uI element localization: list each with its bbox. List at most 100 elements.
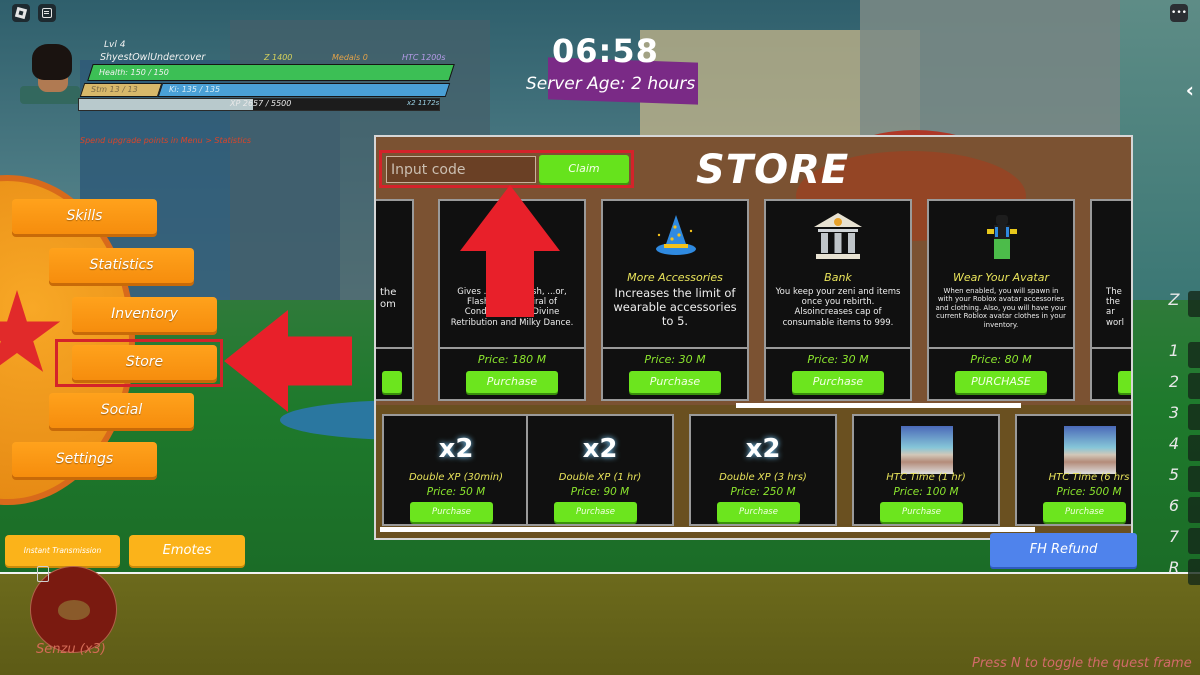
item-title: HTC Time (1 hr) [886, 472, 966, 483]
more-options-icon[interactable]: ••• [1170, 4, 1188, 22]
hotbar-slot[interactable] [1188, 404, 1200, 430]
zeni-count: Z 1400 [264, 53, 293, 62]
hotbar-slot[interactable] [1188, 373, 1200, 399]
item-title: Double XP (1 hr) [558, 472, 642, 483]
purchase-button[interactable] [382, 371, 402, 393]
upgrade-hint: Spend upgrade points in Menu > Statistic… [80, 136, 252, 145]
double-xp-badge: x2 [582, 434, 618, 464]
htc-thumbnail [1064, 426, 1116, 474]
boost-card: HTC Time (6 hrs Price: 500 M Purchase [1015, 414, 1131, 526]
store-item-card: Wear Your Avatar When enabled, you will … [927, 199, 1075, 401]
bank-icon [814, 213, 862, 259]
store-panel: Claim STORE theom ...s Gives ... Beast R… [374, 135, 1133, 540]
purchase-button[interactable]: PURCHASE [955, 371, 1047, 393]
skills-button[interactable]: Skills [12, 199, 157, 234]
ki-text: Ki: 135 / 135 [169, 85, 221, 94]
purchase-button[interactable]: Purchase [629, 371, 721, 393]
statistics-button[interactable]: Statistics [49, 248, 194, 283]
hotbar-key-2[interactable]: 2 [1164, 372, 1184, 391]
wizard-hat-icon [656, 215, 696, 255]
horizontal-scrollbar[interactable] [736, 403, 1021, 408]
xp-text: XP 2657 / 5500 [230, 99, 292, 108]
hotbar-slot[interactable] [1188, 466, 1200, 492]
hotbar-slot[interactable] [1188, 291, 1200, 317]
hotbar-key-r[interactable]: R [1164, 558, 1184, 577]
htc-thumbnail [901, 426, 953, 474]
code-redeem-highlight: Claim [379, 150, 634, 188]
item-description: When enabled, you will spawn in with you… [935, 287, 1067, 329]
player-name: ShyestOwlUndercover [100, 52, 206, 63]
emotes-button[interactable]: Emotes [129, 535, 245, 566]
health-text: Health: 150 / 150 [99, 68, 169, 77]
inventory-button[interactable]: Inventory [72, 297, 217, 332]
item-title: Double XP (30min) [408, 472, 504, 483]
chevron-left-icon[interactable]: ‹ [1186, 78, 1194, 102]
store-item-card: The the ar worl [1090, 199, 1131, 401]
stamina-text: Stm 13 / 13 [91, 85, 138, 94]
purchase-button[interactable]: Purchase [554, 502, 637, 522]
hotbar-key-1[interactable]: 1 [1164, 341, 1184, 360]
item-title: Wear Your Avatar [953, 271, 1049, 284]
avatar [20, 42, 82, 104]
medals-count: Medals 0 [332, 53, 368, 62]
hotbar-key-6[interactable]: 6 [1164, 496, 1184, 515]
purchase-button[interactable]: Purchase [1043, 502, 1126, 522]
item-price: Price: 50 M [426, 486, 486, 498]
instant-transmission-button[interactable]: Instant Transmission [5, 535, 120, 566]
item-price: Price: 500 M [1056, 486, 1122, 498]
store-button[interactable]: Store [72, 345, 217, 380]
item-description: Increases the limit of wearable accessor… [613, 286, 737, 328]
item-price: Price: 80 M [970, 353, 1032, 366]
boost-card: x2 Double XP (3 hrs) Price: 250 M Purcha… [689, 414, 837, 526]
avatar-icon [987, 215, 1017, 259]
senzu-bean-icon [58, 600, 90, 620]
hotbar-key-4[interactable]: 4 [1164, 434, 1184, 453]
chat-icon[interactable] [38, 4, 56, 22]
item-title: Bank [824, 271, 852, 284]
stamina-bar: Stm 13 / 13 [79, 83, 163, 97]
hotbar-slot[interactable] [1188, 528, 1200, 554]
quest-frame-hint: Press N to toggle the quest frame [972, 656, 1192, 671]
round-timer: 06:58 [552, 32, 659, 70]
store-title: STORE [696, 147, 850, 193]
item-price: Price: 180 M [477, 353, 547, 366]
health-bar: Health: 150 / 150 [87, 64, 455, 81]
item-price: Price: 30 M [807, 353, 869, 366]
code-input[interactable] [386, 156, 536, 183]
item-price: Price: 30 M [644, 353, 706, 366]
hotbar-key-7[interactable]: 7 [1164, 527, 1184, 546]
fh-refund-button[interactable]: FH Refund [990, 533, 1137, 567]
claim-button[interactable]: Claim [539, 155, 629, 183]
boost-card: x2 Double XP (30min) Price: 50 M Purchas… [382, 414, 530, 526]
hotbar-key-3[interactable]: 3 [1164, 403, 1184, 422]
item-title: HTC Time (6 hrs [1048, 472, 1130, 483]
hotbar-key-z[interactable]: Z [1164, 290, 1184, 309]
social-button[interactable]: Social [49, 393, 194, 428]
server-age: Server Age: 2 hours [526, 74, 696, 94]
hotbar-slot[interactable] [1188, 559, 1200, 585]
double-xp-badge: x2 [745, 434, 781, 464]
hotbar-slot[interactable] [1188, 497, 1200, 523]
purchase-button[interactable] [1118, 371, 1131, 393]
purchase-button[interactable]: Purchase [410, 502, 493, 522]
hotbar-key-5[interactable]: 5 [1164, 465, 1184, 484]
item-price: Price: 100 M [893, 486, 959, 498]
item-price: Price: 250 M [730, 486, 796, 498]
boost-card: x2 Double XP (1 hr) Price: 90 M Purchase [526, 414, 674, 526]
store-item-card: More Accessories Increases the limit of … [601, 199, 749, 401]
item-title: More Accessories [627, 271, 723, 284]
hotbar-slot[interactable] [1188, 435, 1200, 461]
htc-time: HTC 1200s [402, 53, 446, 62]
horizontal-scrollbar[interactable] [380, 527, 1035, 532]
purchase-button[interactable]: Purchase [792, 371, 884, 393]
senzu-keybind-icon [37, 566, 49, 582]
purchase-button[interactable]: Purchase [880, 502, 963, 522]
roblox-menu-icon[interactable] [12, 4, 30, 22]
item-description: You keep your zeni and items once you re… [775, 287, 901, 328]
hotbar-slot[interactable] [1188, 342, 1200, 368]
ki-bar: Ki: 135 / 135 [157, 83, 451, 97]
purchase-button[interactable]: Purchase [717, 502, 800, 522]
purchase-button[interactable]: Purchase [466, 371, 558, 393]
xp-multiplier: x2 1172s [407, 99, 440, 107]
settings-button[interactable]: Settings [12, 442, 157, 477]
